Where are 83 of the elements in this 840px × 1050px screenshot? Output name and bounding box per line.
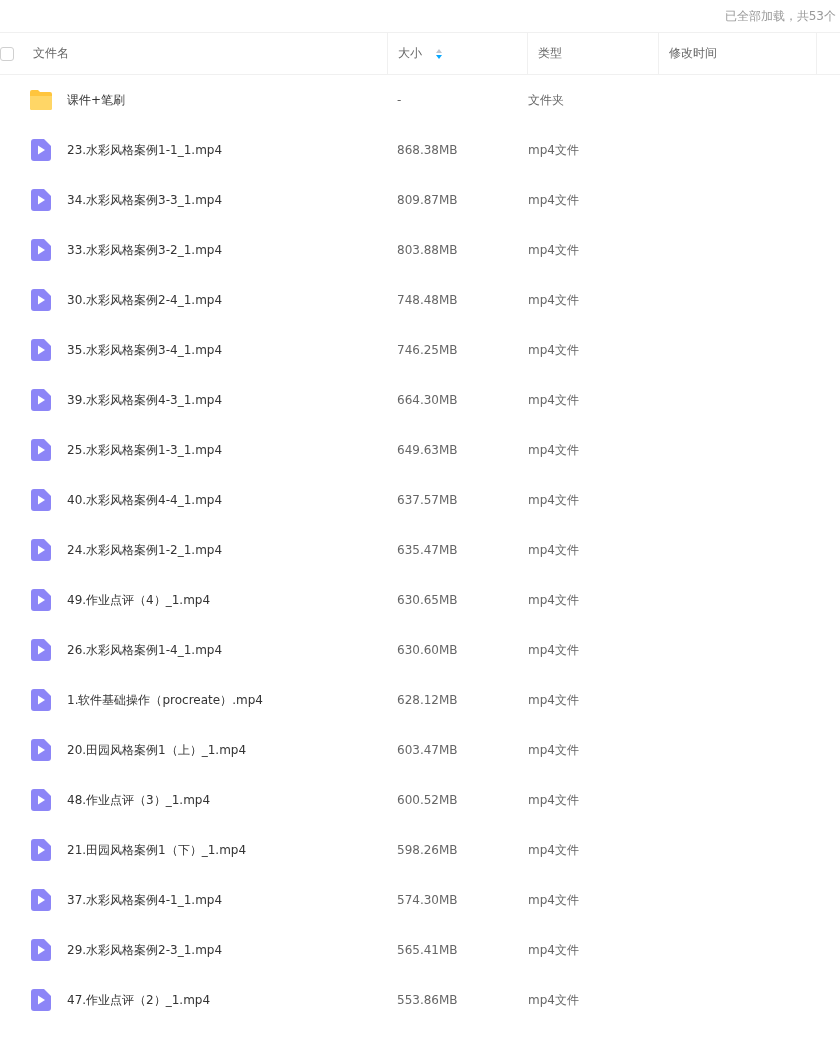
file-name[interactable]: 47.作业点评（2）_1.mp4 (67, 991, 211, 1009)
column-header[interactable]: 类型 (538, 45, 562, 62)
video-file-icon (29, 989, 53, 1011)
video-file-icon (29, 739, 53, 761)
file-size: 746.25MB (397, 343, 459, 357)
column-header[interactable]: 大小 (398, 45, 422, 62)
file-size: 748.48MB (397, 293, 459, 307)
file-name[interactable]: 48.作业点评（3）_1.mp4 (67, 791, 211, 809)
file-name[interactable]: 34.水彩风格案例3-3_1.mp4 (67, 191, 223, 209)
file-type: mp4文件 (528, 391, 579, 409)
file-type: mp4文件 (528, 141, 579, 159)
file-name[interactable]: 29.水彩风格案例2-3_1.mp4 (67, 941, 223, 959)
file-size: 809.87MB (397, 193, 459, 207)
file-type: mp4文件 (528, 241, 579, 259)
file-type: mp4文件 (528, 491, 579, 509)
file-name[interactable]: 21.田园风格案例1（下）_1.mp4 (67, 841, 247, 859)
video-file-icon (29, 339, 53, 361)
file-name[interactable]: 35.水彩风格案例3-4_1.mp4 (67, 341, 223, 359)
file-size: 649.63MB (397, 443, 459, 457)
file-name[interactable]: 1.软件基础操作（procreate）.mp4 (67, 691, 263, 709)
file-name[interactable]: 课件+笔刷 (67, 91, 126, 109)
file-size: 598.26MB (397, 843, 459, 857)
file-name[interactable]: 25.水彩风格案例1-3_1.mp4 (67, 441, 223, 459)
file-size: 803.88MB (397, 243, 459, 257)
video-file-icon (29, 489, 53, 511)
video-file-icon (29, 389, 53, 411)
file-name[interactable]: 49.作业点评（4）_1.mp4 (67, 591, 211, 609)
file-size: 637.57MB (397, 493, 459, 507)
video-file-icon (29, 239, 53, 261)
file-size: 565.41MB (397, 943, 459, 957)
video-file-icon (29, 939, 53, 961)
video-file-icon (29, 289, 53, 311)
video-file-icon (29, 189, 53, 211)
file-type: mp4文件 (528, 191, 579, 209)
file-type: mp4文件 (528, 841, 579, 859)
file-name[interactable]: 37.水彩风格案例4-1_1.mp4 (67, 891, 223, 909)
file-name[interactable]: 30.水彩风格案例2-4_1.mp4 (67, 291, 223, 309)
sort-icon[interactable] (436, 48, 442, 59)
load-status: 已全部加载，共53个 (724, 7, 836, 25)
file-type: 文件夹 (528, 91, 564, 109)
column-header[interactable]: 修改时间 (669, 45, 717, 62)
file-type: mp4文件 (528, 791, 579, 809)
file-name[interactable]: 40.水彩风格案例4-4_1.mp4 (67, 491, 223, 509)
file-size: 600.52MB (397, 793, 459, 807)
file-size: 635.47MB (397, 543, 459, 557)
video-file-icon (29, 439, 53, 461)
video-file-icon (29, 589, 53, 611)
file-type: mp4文件 (528, 541, 579, 559)
file-type: mp4文件 (528, 991, 579, 1009)
file-name[interactable]: 33.水彩风格案例3-2_1.mp4 (67, 241, 223, 259)
file-size: 574.30MB (397, 893, 459, 907)
file-type: mp4文件 (528, 341, 579, 359)
file-size: 553.86MB (397, 993, 459, 1007)
video-file-icon (29, 139, 53, 161)
file-size: 630.60MB (397, 643, 459, 657)
video-file-icon (29, 639, 53, 661)
video-file-icon (29, 689, 53, 711)
file-type: mp4文件 (528, 741, 579, 759)
file-type: mp4文件 (528, 941, 579, 959)
file-size: - (397, 93, 403, 107)
file-size: 628.12MB (397, 693, 459, 707)
file-type: mp4文件 (528, 641, 579, 659)
file-name[interactable]: 26.水彩风格案例1-4_1.mp4 (67, 641, 223, 659)
file-type: mp4文件 (528, 891, 579, 909)
column-header[interactable]: 文件名 (33, 45, 69, 62)
video-file-icon (29, 789, 53, 811)
file-name[interactable]: 20.田园风格案例1（上）_1.mp4 (67, 741, 247, 759)
video-file-icon (29, 839, 53, 861)
file-name[interactable]: 23.水彩风格案例1-1_1.mp4 (67, 141, 223, 159)
file-size: 664.30MB (397, 393, 459, 407)
file-size: 630.65MB (397, 593, 459, 607)
file-type: mp4文件 (528, 291, 579, 309)
file-name[interactable]: 39.水彩风格案例4-3_1.mp4 (67, 391, 223, 409)
file-name[interactable]: 24.水彩风格案例1-2_1.mp4 (67, 541, 223, 559)
select-all-checkbox[interactable] (0, 46, 14, 61)
file-type: mp4文件 (528, 691, 579, 709)
file-size: 868.38MB (397, 143, 459, 157)
file-size: 603.47MB (397, 743, 459, 757)
video-file-icon (29, 889, 53, 911)
folder-icon (29, 89, 53, 111)
file-type: mp4文件 (528, 591, 579, 609)
file-type: mp4文件 (528, 441, 579, 459)
video-file-icon (29, 539, 53, 561)
